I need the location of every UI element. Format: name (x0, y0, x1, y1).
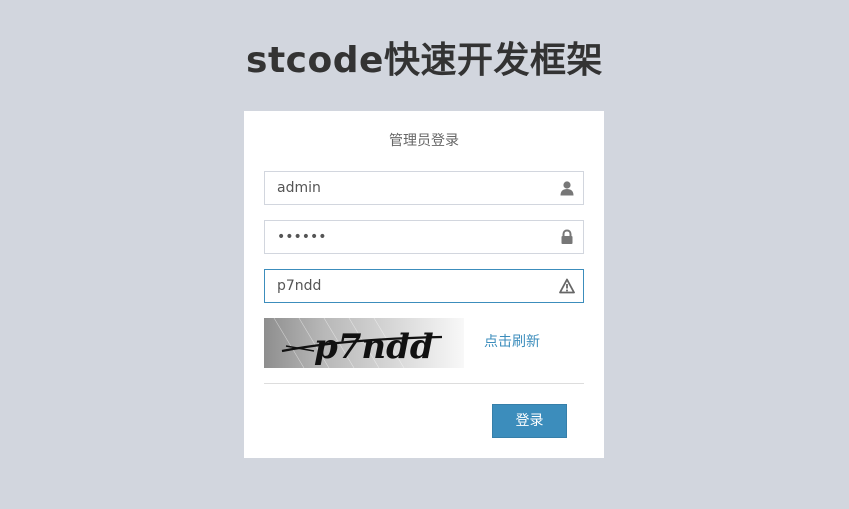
username-field-group (264, 171, 584, 205)
login-button[interactable]: 登录 (492, 404, 567, 438)
password-field-group (264, 220, 584, 254)
warning-icon (559, 278, 575, 294)
captcha-input[interactable] (265, 270, 545, 302)
captcha-image[interactable]: p7ndd (264, 317, 464, 369)
divider (264, 383, 584, 384)
captcha-image-text: p7ndd (314, 327, 434, 367)
lock-icon (559, 229, 575, 245)
app-title: stcode快速开发框架 (246, 40, 603, 81)
refresh-captcha-link[interactable]: 点击刷新 (484, 332, 540, 352)
captcha-field-group (264, 269, 584, 303)
login-box: 管理员登录 admin p7ndd p7ndd 点击刷新 登录 (244, 111, 604, 458)
username-input[interactable] (265, 172, 545, 204)
password-input[interactable] (265, 221, 545, 253)
login-heading: 管理员登录 (389, 133, 459, 149)
user-icon (559, 180, 575, 196)
